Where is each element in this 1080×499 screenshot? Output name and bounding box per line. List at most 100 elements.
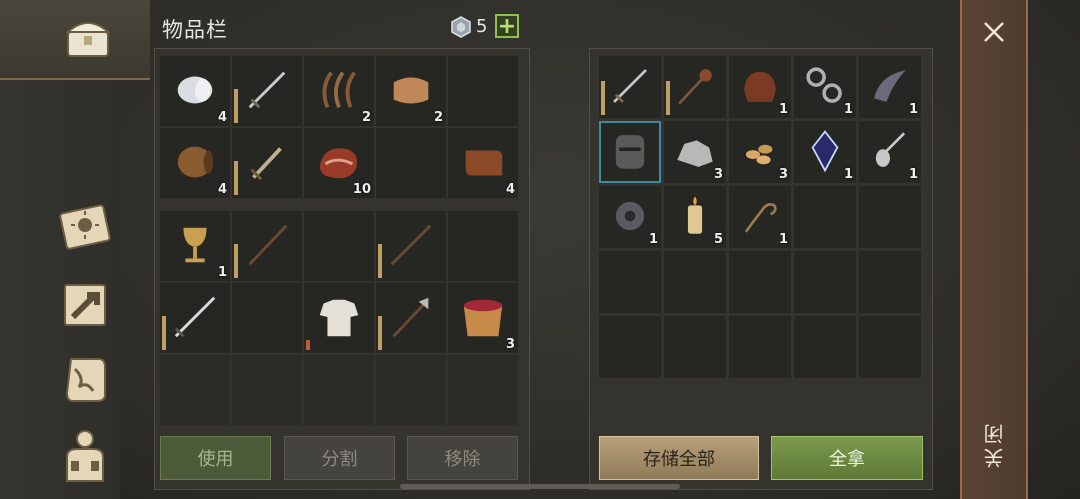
inventory-slot[interactable] xyxy=(304,211,374,281)
item-count: 1 xyxy=(648,232,658,247)
inventory-slot[interactable] xyxy=(304,355,374,425)
sword-icon xyxy=(613,68,647,103)
inventory-slot[interactable]: 1 xyxy=(729,56,791,118)
inventory-slot[interactable]: 1 xyxy=(794,121,856,183)
inventory-slot[interactable]: 4 xyxy=(448,128,518,198)
inventory-slot[interactable]: 1 xyxy=(859,56,921,118)
inventory-slot[interactable]: 1 xyxy=(599,186,661,248)
halberd-icon xyxy=(392,297,430,337)
inventory-slot[interactable] xyxy=(160,355,230,425)
inventory-slot[interactable] xyxy=(376,211,446,281)
inventory-slot[interactable] xyxy=(448,211,518,281)
item-count: 5 xyxy=(713,232,723,247)
sidebar-tab-crafting[interactable] xyxy=(55,198,115,256)
inventory-slot[interactable] xyxy=(232,355,302,425)
inventory-slot[interactable] xyxy=(599,251,661,313)
mace-icon xyxy=(678,68,712,105)
split-button[interactable]: 分割 xyxy=(284,436,395,480)
close-icon[interactable] xyxy=(976,14,1012,50)
ore-icon xyxy=(677,140,713,167)
inventory-slot[interactable] xyxy=(794,251,856,313)
inventory-slot[interactable] xyxy=(448,56,518,126)
item-count: 1 xyxy=(843,102,853,117)
inventory-slot[interactable]: 1 xyxy=(729,186,791,248)
currency-count: 5 xyxy=(476,16,488,37)
inventory-slot[interactable] xyxy=(448,355,518,425)
inventory-slot[interactable]: 1 xyxy=(160,211,230,281)
inventory-slot[interactable]: 1 xyxy=(859,121,921,183)
add-currency-button[interactable]: + xyxy=(495,14,519,38)
sidebar-tab-map[interactable] xyxy=(55,276,115,334)
item-count: 4 xyxy=(217,182,227,197)
longsword-icon xyxy=(174,296,216,337)
inventory-slot[interactable] xyxy=(664,316,726,378)
chest-icon xyxy=(60,10,116,70)
item-count: 2 xyxy=(433,110,443,125)
remove-button[interactable]: 移除 xyxy=(407,436,518,480)
inventory-slot[interactable] xyxy=(232,283,302,353)
take-all-button[interactable]: 全拿 xyxy=(771,436,923,480)
inventory-slot[interactable] xyxy=(232,211,302,281)
sidebar-tab-character[interactable] xyxy=(55,426,115,484)
spoon-icon xyxy=(875,132,906,167)
inventory-title: 物品栏 xyxy=(162,18,228,42)
inventory-slot[interactable]: 3 xyxy=(664,121,726,183)
staff-icon xyxy=(248,224,288,265)
store-all-button[interactable]: 存储全部 xyxy=(599,436,759,480)
inventory-slot[interactable] xyxy=(304,283,374,353)
item-count: 1 xyxy=(778,232,788,247)
inventory-slot[interactable]: 3 xyxy=(729,121,791,183)
inventory-slot[interactable] xyxy=(859,186,921,248)
sidebar-tab-quests[interactable] xyxy=(55,350,115,408)
scroll-icon xyxy=(65,358,106,402)
inventory-slot[interactable] xyxy=(729,316,791,378)
inventory-slot[interactable]: 2 xyxy=(376,56,446,126)
inventory-slot[interactable] xyxy=(664,56,726,118)
character-icon xyxy=(66,430,104,482)
durability-bar xyxy=(378,244,382,278)
item-count: 4 xyxy=(505,182,515,197)
inventory-slot[interactable]: 5 xyxy=(664,186,726,248)
inventory-slot[interactable] xyxy=(232,128,302,198)
inventory-slot[interactable]: 2 xyxy=(304,56,374,126)
storage-grid: 1 1 1 3 3 1 1 1 5 1 xyxy=(599,56,921,378)
inventory-slot[interactable] xyxy=(232,56,302,126)
inventory-slot[interactable] xyxy=(794,316,856,378)
item-count: 10 xyxy=(352,182,371,197)
leather-icon xyxy=(393,77,429,104)
scrollbar[interactable] xyxy=(400,484,680,489)
map-icon xyxy=(64,284,106,326)
item-count: 1 xyxy=(908,167,918,182)
inventory-slot[interactable] xyxy=(376,355,446,425)
inventory-slot[interactable] xyxy=(664,251,726,313)
inventory-slot[interactable] xyxy=(599,316,661,378)
inventory-slot[interactable]: 4 xyxy=(160,56,230,126)
inventory-slot[interactable] xyxy=(794,186,856,248)
sidebar-tab-inventory[interactable] xyxy=(0,0,150,80)
crystal-icon xyxy=(811,129,839,173)
inventory-slot[interactable] xyxy=(376,128,446,198)
inventory-slot[interactable] xyxy=(599,121,661,183)
inventory-slot[interactable] xyxy=(859,251,921,313)
inventory-grid-top: 4 2 2 4 10 4 xyxy=(160,56,518,198)
inventory-slot[interactable] xyxy=(160,283,230,353)
cloth-roll-icon xyxy=(177,76,213,104)
inventory-slot[interactable]: 3 xyxy=(448,283,518,353)
durability-bar xyxy=(234,161,238,195)
durability-bar xyxy=(666,81,670,115)
inventory-slot[interactable] xyxy=(729,251,791,313)
short-sword-icon xyxy=(250,146,282,180)
shirt-icon xyxy=(319,299,359,336)
inventory-slot[interactable]: 1 xyxy=(794,56,856,118)
gem-icon xyxy=(451,16,471,38)
horn-icon xyxy=(874,69,906,102)
durability-bar xyxy=(162,316,166,350)
inventory-slot[interactable] xyxy=(859,316,921,378)
inventory-slot[interactable]: 4 xyxy=(160,128,230,198)
inventory-slot[interactable]: 10 xyxy=(304,128,374,198)
helmet-icon xyxy=(615,134,645,169)
fiber-icon xyxy=(322,71,356,108)
use-button[interactable]: 使用 xyxy=(160,436,271,480)
inventory-slot[interactable] xyxy=(376,283,446,353)
inventory-slot[interactable] xyxy=(599,56,661,118)
